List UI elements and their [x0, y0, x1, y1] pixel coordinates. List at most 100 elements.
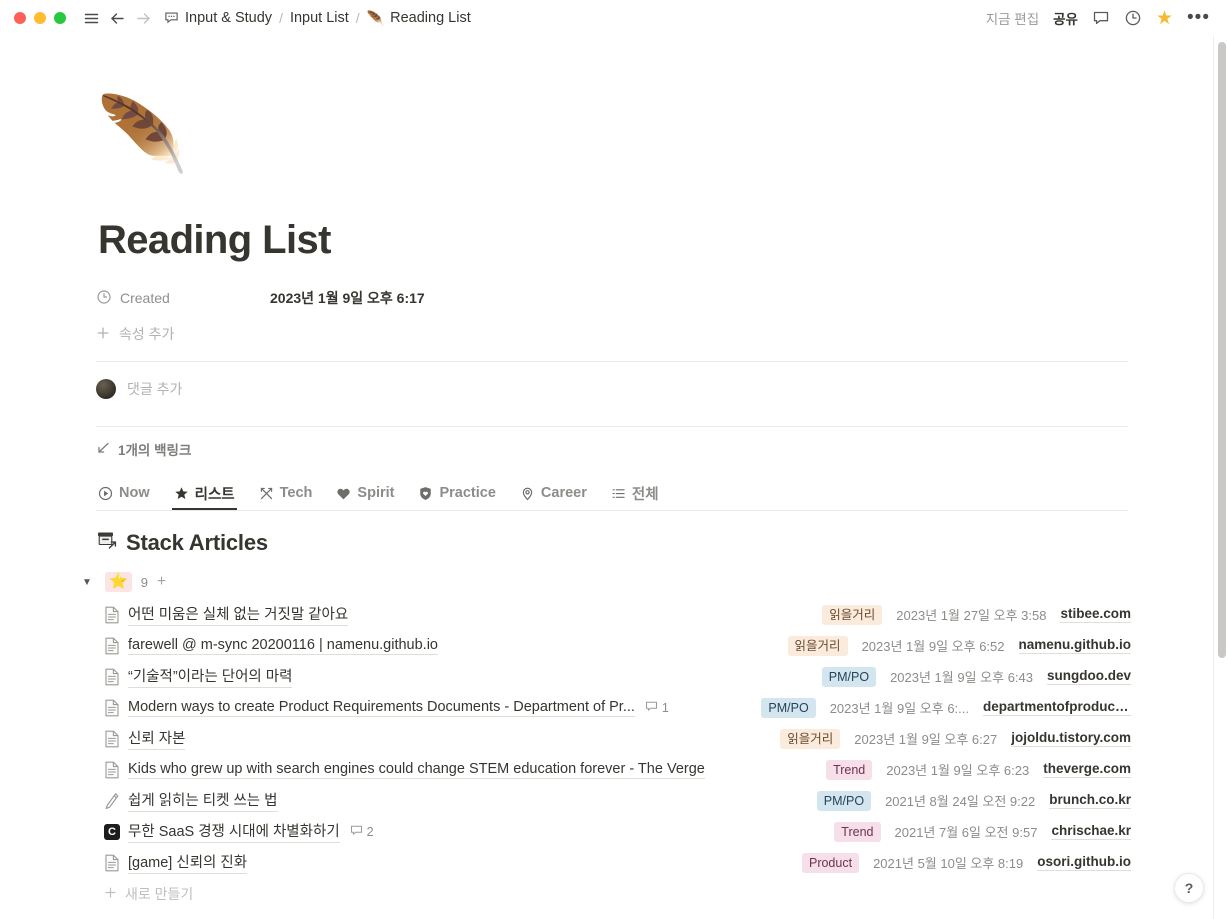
- create-new-row-button[interactable]: 새로 만들기: [96, 878, 1131, 910]
- share-button[interactable]: 공유: [1053, 8, 1078, 28]
- row-title[interactable]: Kids who grew up with search engines cou…: [128, 761, 705, 779]
- section-title: Stack Articles: [126, 530, 268, 555]
- page-icon-feather[interactable]: 🪶: [96, 98, 1131, 182]
- property-value-created[interactable]: 2023년 1월 9일 오후 6:17: [270, 288, 425, 308]
- row-domain-link[interactable]: osori.github.io: [1037, 854, 1131, 871]
- forward-arrow-icon[interactable]: [130, 5, 156, 31]
- table-row[interactable]: “기술적”이라는 단어의 마력 PM/PO 2023년 1월 9일 오후 6:43 s…: [96, 661, 1131, 692]
- breadcrumb-label: Input & Study: [185, 10, 273, 26]
- table-row[interactable]: Kids who grew up with search engines cou…: [96, 754, 1131, 785]
- view-tabs: Now 리스트 Tech Spirit Practice Career 전체: [96, 477, 1128, 511]
- row-domain-link[interactable]: sungdoo.dev: [1047, 668, 1131, 685]
- edit-status-label[interactable]: 지금 편집: [986, 8, 1039, 28]
- breadcrumb-label: Input List: [289, 10, 349, 26]
- row-domain-link[interactable]: jojoldu.tistory.com: [1011, 730, 1131, 747]
- page-scrollbar[interactable]: [1213, 36, 1228, 919]
- table-row[interactable]: 쉽게 읽히는 티켓 쓰는 법 PM/PO 2021년 8월 24일 오전 9:22 b…: [96, 785, 1131, 816]
- tab-practice[interactable]: Practice: [416, 478, 497, 510]
- status-badge[interactable]: PM/PO: [816, 790, 872, 811]
- table-row[interactable]: farewell @ m-sync 20200116 | namenu.gith…: [96, 630, 1131, 661]
- table-row[interactable]: C 무한 SaaS 경쟁 시대에 차별화하기 2 Trend 2021년 7월 6일 오…: [96, 816, 1131, 847]
- section-heading: Stack Articles: [96, 529, 1131, 557]
- status-badge[interactable]: 읽을거리: [787, 635, 848, 656]
- favorite-star-icon[interactable]: ★: [1156, 9, 1173, 28]
- tab-label: 리스트: [194, 486, 235, 503]
- tab-tech[interactable]: Tech: [257, 478, 315, 510]
- group-add-button[interactable]: +: [157, 574, 166, 590]
- row-domain-link[interactable]: brunch.co.kr: [1049, 792, 1131, 809]
- back-arrow-icon[interactable]: [104, 5, 130, 31]
- tab-spirit[interactable]: Spirit: [334, 478, 396, 510]
- tab-label: Tech: [279, 485, 313, 501]
- breadcrumb-item-reading-list[interactable]: 🪶 Reading List: [367, 10, 471, 26]
- tab-career[interactable]: Career: [518, 478, 589, 510]
- row-meta: PM/PO 2021년 8월 24일 오전 9:22 brunch.co.kr: [816, 790, 1131, 811]
- row-domain-link[interactable]: chrischae.kr: [1051, 823, 1131, 840]
- row-title[interactable]: Modern ways to create Product Requiremen…: [128, 699, 635, 717]
- comment-count-value: 1: [661, 700, 669, 715]
- shield-heart-icon: [418, 486, 433, 501]
- backlink-arrow-icon: [96, 441, 110, 458]
- scrollbar-thumb[interactable]: [1218, 42, 1226, 658]
- row-title[interactable]: 어떤 미움은 실체 없는 거짓말 같아요: [128, 603, 349, 626]
- tab-all[interactable]: 전체: [609, 478, 661, 510]
- row-title[interactable]: “기술적”이라는 단어의 마력: [128, 665, 293, 688]
- table-row[interactable]: 어떤 미움은 실체 없는 거짓말 같아요 읽을거리 2023년 1월 27일 오후 …: [96, 599, 1131, 630]
- table-row[interactable]: [game] 신뢰의 진화 Product 2021년 5월 10일 오후 8:19…: [96, 847, 1131, 878]
- status-badge[interactable]: 읽을거리: [822, 604, 883, 625]
- comment-bubble-icon: [350, 824, 363, 840]
- row-domain-link[interactable]: theverge.com: [1043, 761, 1131, 778]
- zoom-window-button[interactable]: [54, 12, 66, 24]
- row-title[interactable]: 쉽게 읽히는 티켓 쓰는 법: [128, 789, 278, 812]
- status-badge[interactable]: Trend: [834, 821, 881, 842]
- row-domain-link[interactable]: departmentofproduct.c...: [983, 699, 1131, 716]
- page-title[interactable]: Reading List: [98, 218, 1131, 263]
- group-item-count: 9: [140, 574, 148, 590]
- tab-label: Spirit: [357, 485, 395, 501]
- comment-icon[interactable]: [1092, 9, 1110, 27]
- breadcrumb-item-input-list[interactable]: Input List: [290, 10, 349, 26]
- row-domain-link[interactable]: stibee.com: [1060, 606, 1131, 623]
- collapse-toggle-icon[interactable]: ▼: [82, 577, 96, 588]
- status-badge[interactable]: Product: [801, 852, 860, 873]
- tab-label: Practice: [439, 485, 496, 501]
- row-date: 2021년 5월 10일 오후 8:19: [873, 856, 1024, 871]
- c-badge-icon: C: [104, 823, 120, 840]
- document-icon: [104, 854, 128, 872]
- row-meta: Trend 2023년 1월 9일 오후 6:23 theverge.com: [826, 759, 1131, 780]
- breadcrumb-item-input-and-study[interactable]: Input & Study: [164, 10, 272, 27]
- feather-icon: 🪶: [366, 10, 385, 26]
- table-row[interactable]: Modern ways to create Product Requiremen…: [96, 692, 1131, 723]
- row-domain-link[interactable]: namenu.github.io: [1018, 637, 1131, 654]
- status-badge[interactable]: PM/PO: [761, 697, 816, 718]
- clock-history-icon[interactable]: [1124, 9, 1142, 27]
- row-comment-count[interactable]: 1: [645, 700, 669, 716]
- help-button[interactable]: ?: [1174, 873, 1204, 903]
- sidebar-toggle-icon[interactable]: [78, 5, 104, 31]
- heart-icon: [336, 486, 351, 501]
- add-comment-row[interactable]: 댓글 추가: [96, 362, 1131, 416]
- tab-now[interactable]: Now: [96, 478, 152, 510]
- row-title[interactable]: 무한 SaaS 경쟁 시대에 차별화하기: [128, 820, 340, 843]
- property-row-created[interactable]: Created 2023년 1월 9일 오후 6:17: [96, 283, 1131, 313]
- group-badge-star[interactable]: ⭐: [105, 572, 132, 592]
- row-meta: Trend 2021년 7월 6일 오전 9:57 chrischae.kr: [834, 821, 1131, 842]
- table-row[interactable]: 신뢰 자본 읽을거리 2023년 1월 9일 오후 6:27 jojoldu.tist…: [96, 723, 1131, 754]
- row-title[interactable]: farewell @ m-sync 20200116 | namenu.gith…: [128, 637, 439, 655]
- status-badge[interactable]: PM/PO: [821, 666, 877, 687]
- backlinks-button[interactable]: 1개의 백링크: [96, 427, 1131, 471]
- minimize-window-button[interactable]: [34, 12, 46, 24]
- row-title[interactable]: 신뢰 자본: [128, 727, 186, 750]
- row-title[interactable]: [game] 신뢰의 진화: [128, 851, 248, 874]
- titlebar-actions: 지금 편집 공유 ★ •••: [986, 7, 1214, 29]
- more-horizontal-icon[interactable]: •••: [1187, 7, 1210, 29]
- row-comment-count[interactable]: 2: [350, 824, 374, 840]
- status-badge[interactable]: Trend: [826, 759, 873, 780]
- traffic-lights: [14, 12, 66, 24]
- archive-box-icon: [96, 529, 118, 557]
- close-window-button[interactable]: [14, 12, 26, 24]
- play-circle-icon: [98, 486, 113, 501]
- tab-list[interactable]: 리스트: [171, 478, 237, 510]
- add-property-button[interactable]: 속성 추가: [96, 317, 1131, 351]
- status-badge[interactable]: 읽을거리: [780, 728, 841, 749]
